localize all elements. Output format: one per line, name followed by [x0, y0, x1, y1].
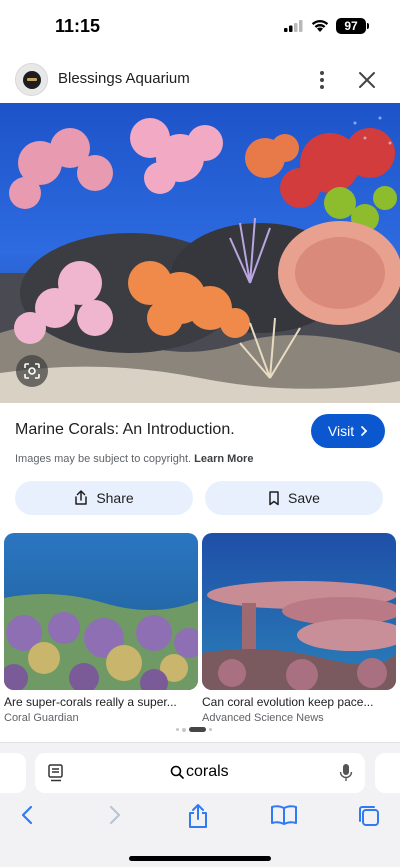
share-icon — [75, 490, 88, 505]
status-time: 11:15 — [55, 16, 101, 36]
carousel-pager — [176, 727, 212, 732]
save-button[interactable]: Save — [205, 481, 383, 515]
related-card[interactable]: Are super-corals really a super... Coral… — [4, 533, 198, 721]
close-icon[interactable] — [355, 68, 379, 92]
search-icon — [170, 765, 184, 779]
share-sheet-icon[interactable] — [186, 803, 210, 829]
bookmarks-book-icon[interactable] — [270, 803, 298, 827]
visit-label: Visit — [327, 423, 355, 439]
result-header: Blessings Aquarium — [0, 60, 400, 100]
pager-dot-active — [189, 727, 206, 732]
save-label: Save — [288, 490, 320, 506]
site-logo — [15, 63, 48, 96]
forward-arrow-icon[interactable] — [104, 803, 124, 827]
lens-icon — [24, 363, 40, 379]
related-caption: Are super-corals really a super... — [4, 695, 177, 709]
battery-indicator: 97 — [336, 18, 366, 34]
home-indicator — [129, 856, 271, 861]
learn-more-link[interactable]: Learn More — [194, 453, 253, 465]
pager-dot — [182, 727, 186, 732]
result-title[interactable]: Marine Corals: An Introduction. — [15, 421, 235, 439]
related-source: Coral Guardian — [4, 712, 79, 721]
related-thumbnail — [202, 533, 396, 690]
status-bar: 11:15 97 — [0, 0, 400, 52]
hero-image[interactable] — [0, 103, 400, 403]
related-card[interactable]: Can coral evolution keep pace... Advance… — [202, 533, 396, 721]
more-options-icon[interactable] — [312, 68, 332, 92]
pager-dot — [209, 728, 212, 731]
back-arrow-icon[interactable] — [18, 803, 38, 827]
site-name[interactable]: Blessings Aquarium — [58, 70, 190, 87]
battery-tip — [367, 23, 369, 29]
reader-icon[interactable] — [47, 763, 65, 783]
bookmark-icon — [269, 490, 279, 505]
visit-button[interactable]: Visit — [311, 414, 385, 448]
next-tab-peek[interactable] — [375, 753, 400, 793]
google-lens-button[interactable] — [16, 355, 48, 387]
address-bar[interactable]: corals — [35, 753, 365, 793]
copyright-text: Images may be subject to copyright. — [15, 453, 192, 465]
microphone-icon[interactable] — [339, 763, 353, 783]
search-query-text: corals — [186, 763, 229, 780]
pager-dot — [176, 728, 179, 731]
previous-tab-peek[interactable] — [0, 753, 26, 793]
browser-toolbar: corals — [0, 742, 400, 867]
wifi-icon — [311, 19, 329, 32]
related-source: Advanced Science News — [202, 712, 324, 721]
tabs-icon[interactable] — [356, 803, 382, 829]
share-label: Share — [96, 490, 134, 506]
related-caption: Can coral evolution keep pace... — [202, 695, 374, 709]
chevron-right-icon — [361, 426, 368, 436]
coral-reef-illustration — [0, 103, 400, 403]
share-button[interactable]: Share — [15, 481, 193, 515]
copyright-notice: Images may be subject to copyright. Lear… — [15, 453, 253, 465]
search-query[interactable]: corals — [170, 763, 229, 781]
cellular-signal-icon — [284, 20, 303, 32]
related-thumbnail — [4, 533, 198, 690]
